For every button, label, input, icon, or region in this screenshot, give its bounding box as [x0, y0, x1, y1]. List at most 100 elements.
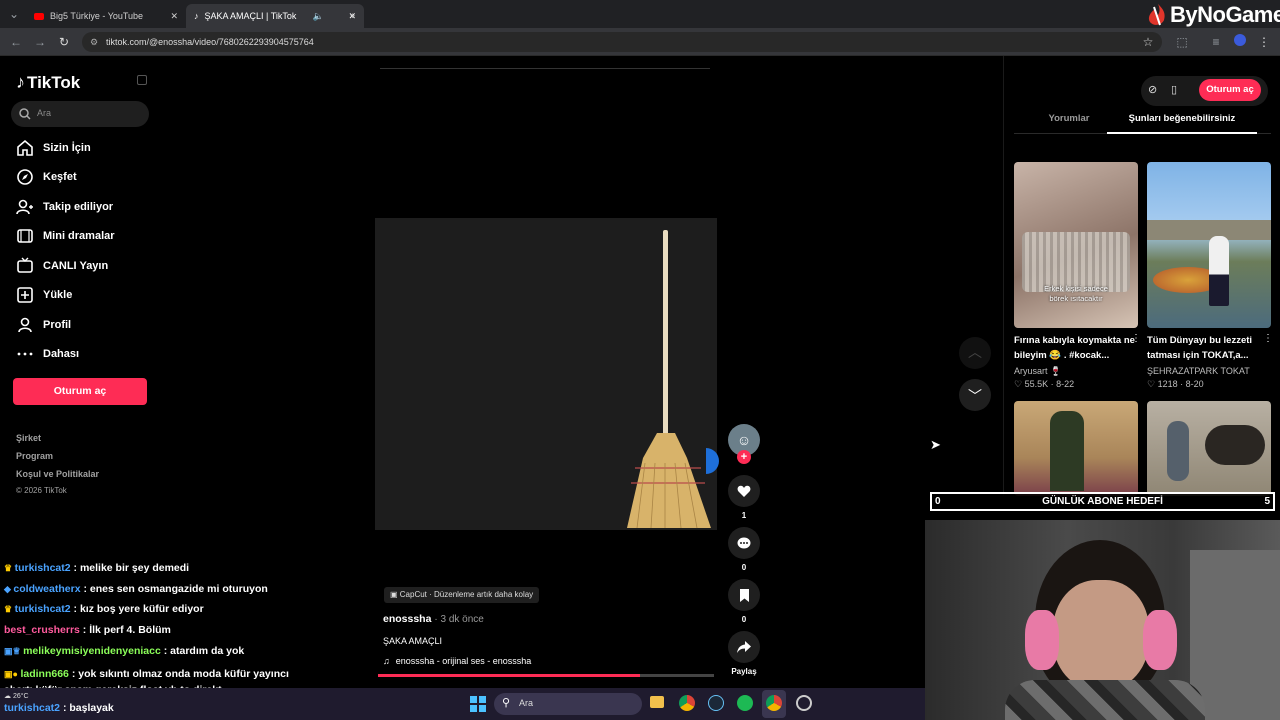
like-button[interactable]: 1	[728, 475, 760, 520]
chat-text: : enes sen osmangazide mi oturuyon	[83, 583, 268, 595]
reload-icon[interactable]: ↻	[56, 34, 72, 50]
share-button[interactable]: Paylaş	[728, 631, 760, 676]
comment-icon	[737, 537, 751, 548]
obs-icon[interactable]	[796, 695, 812, 711]
back-icon[interactable]: ←	[8, 34, 24, 50]
sidebar-item-profile[interactable]: Profil	[16, 314, 71, 336]
sound-text: enosssha - orijinal ses - enosssha	[395, 656, 532, 666]
card-title[interactable]: Tüm Dünyayı bu lezzeti tatması için TOKA…	[1147, 333, 1271, 363]
forward-icon[interactable]: →	[32, 34, 48, 50]
sound-row[interactable]: ♫ enosssha - orijinal ses - enosssha	[383, 656, 531, 666]
sidebar-item-label: Dahası	[43, 348, 80, 360]
sidebar-item-minidrama[interactable]: Mini dramalar	[16, 225, 115, 247]
sidebar-item-label: CANLI Yayın	[43, 260, 109, 272]
camo-shirt-image	[1005, 680, 1205, 720]
chat-username: melikeymisiyenidenyeniacc	[23, 645, 161, 657]
chat-username: turkishcat2	[14, 603, 71, 615]
goal-label: GÜNLÜK ABONE HEDEFİ	[1042, 496, 1163, 507]
video-thumbnail[interactable]	[1014, 401, 1138, 496]
chat-username: best_crusherrs	[4, 624, 80, 636]
capcut-icon: ▣	[390, 590, 400, 599]
comment-button[interactable]: 0	[728, 527, 760, 572]
windows-start-icon[interactable]	[470, 696, 486, 712]
sidebar: ♪ TikTok Ara Sizin İçin Keşfet Takip edi…	[0, 56, 160, 496]
sidebar-item-following[interactable]: Takip ediliyor	[16, 196, 113, 218]
weather-widget[interactable]: ☁ 26°C	[4, 692, 29, 701]
taskbar-search[interactable]: ⚲ Ara	[494, 693, 642, 715]
oven-rack-image	[1022, 232, 1130, 292]
next-video-button[interactable]: ﹀	[959, 379, 991, 411]
chat-text: : kız boş yere küfür ediyor	[73, 603, 204, 615]
tab-youtube[interactable]: Big5 Türkiye - YouTube ✕	[26, 4, 184, 28]
previous-video-button[interactable]: ︿	[959, 337, 991, 369]
audio-icon[interactable]: 🔈	[313, 11, 324, 22]
author-avatar[interactable]: ☺ +	[728, 424, 760, 464]
card-more-icon[interactable]: ⋮	[1131, 333, 1141, 344]
tab-you-may-like[interactable]: Şunları beğenebilirsiniz	[1107, 113, 1257, 131]
sidebar-item-upload[interactable]: Yükle	[16, 284, 72, 306]
logo-text: TikTok	[27, 72, 81, 92]
video-thumbnail[interactable]: Erkek kişisi sadece börek ısıtacaktır	[1014, 162, 1138, 328]
following-icon	[16, 199, 33, 215]
tab-tiktok[interactable]: ♪ ŞAKA AMAÇLI | TikTok 🔈 ✕	[186, 4, 364, 28]
save-button[interactable]: 0	[728, 579, 760, 624]
steam-icon[interactable]	[708, 695, 724, 711]
sidebar-item-more[interactable]: Dahası	[16, 343, 79, 365]
file-explorer-icon[interactable]	[650, 696, 664, 708]
headset-left-image	[1025, 610, 1059, 670]
capcut-badge[interactable]: ▣ CapCut · Düzenleme artık daha kolay	[384, 587, 540, 603]
media-control-icon[interactable]: ≡	[1208, 34, 1224, 50]
search-input[interactable]: Ara	[11, 101, 149, 127]
save-count: 0	[741, 615, 747, 624]
collapse-sidebar-icon[interactable]	[137, 75, 147, 85]
site-info-icon[interactable]: ⚙	[90, 32, 98, 52]
url-field[interactable]: ⚙ tiktok.com/@enossha/video/768026229390…	[82, 32, 1162, 52]
bookmark-star-icon[interactable]: ☆	[1140, 34, 1156, 50]
video-player[interactable]	[375, 218, 719, 530]
card-author[interactable]: ŞEHRAZATPARK TOKAT	[1147, 366, 1271, 376]
video-thumbnail[interactable]	[1147, 162, 1271, 328]
video-caption: ŞAKA AMAÇLI	[383, 636, 443, 646]
sidebar-item-foryou[interactable]: Sizin İçin	[16, 137, 91, 159]
chat-message: ▣♕ melikeymisiyenidenyeniacc : atardım d…	[4, 645, 244, 657]
card-author[interactable]: Aryusart 🍷	[1014, 366, 1138, 377]
webcam-feed	[925, 520, 1280, 720]
close-icon[interactable]: ✕	[170, 11, 178, 22]
footer-link-program[interactable]: Program	[16, 451, 53, 461]
bridge-image	[1147, 220, 1271, 240]
tab-list-icon[interactable]: ⌄	[6, 6, 22, 22]
sidebar-item-live[interactable]: CANLI Yayın	[16, 255, 108, 277]
sidebar-item-label: Sizin İçin	[43, 142, 91, 154]
sidebar-item-explore[interactable]: Keşfet	[16, 166, 77, 188]
new-tab-button[interactable]: +	[342, 4, 363, 28]
follow-plus-icon[interactable]: +	[737, 450, 751, 464]
extensions-icon[interactable]: ⬚	[1174, 34, 1190, 50]
broom-image	[627, 230, 711, 529]
spotify-icon[interactable]	[737, 695, 753, 711]
card-title[interactable]: Fırına kabıyla koymakta ne bileyim 😂 . #…	[1014, 333, 1138, 363]
video-progress-fill	[378, 674, 641, 677]
search-placeholder: Ara	[37, 108, 52, 118]
footer-link-terms[interactable]: Koşul ve Politikalar	[16, 469, 99, 479]
active-tab-indicator	[1107, 132, 1257, 134]
like-count: 1	[741, 511, 747, 520]
login-button[interactable]: Oturum aç	[13, 378, 147, 405]
sidebar-item-label: Takip ediliyor	[43, 201, 114, 213]
chat-username: coldweatherx	[13, 583, 81, 595]
video-progress-bar[interactable]	[378, 674, 714, 677]
person-image	[1050, 411, 1084, 491]
device-icon[interactable]: ▯	[1171, 83, 1177, 96]
url-text: tiktok.com/@enossha/video/76802622939045…	[106, 37, 314, 47]
chrome-icon[interactable]	[679, 695, 695, 711]
author-name[interactable]: enosssha	[383, 613, 431, 625]
footer-link-company[interactable]: Şirket	[16, 433, 41, 443]
chrome-active-icon[interactable]	[766, 695, 782, 711]
menu-icon[interactable]: ⋮	[1256, 34, 1272, 50]
card-more-icon[interactable]: ⋮	[1263, 333, 1273, 344]
video-thumbnail[interactable]	[1147, 401, 1271, 496]
tiktok-logo[interactable]: ♪ TikTok	[16, 72, 80, 93]
home-icon	[17, 139, 33, 156]
explore-icon[interactable]: ⊘	[1148, 83, 1157, 96]
profile-avatar-icon[interactable]	[1232, 34, 1248, 50]
top-login-button[interactable]: Oturum aç	[1199, 79, 1261, 101]
